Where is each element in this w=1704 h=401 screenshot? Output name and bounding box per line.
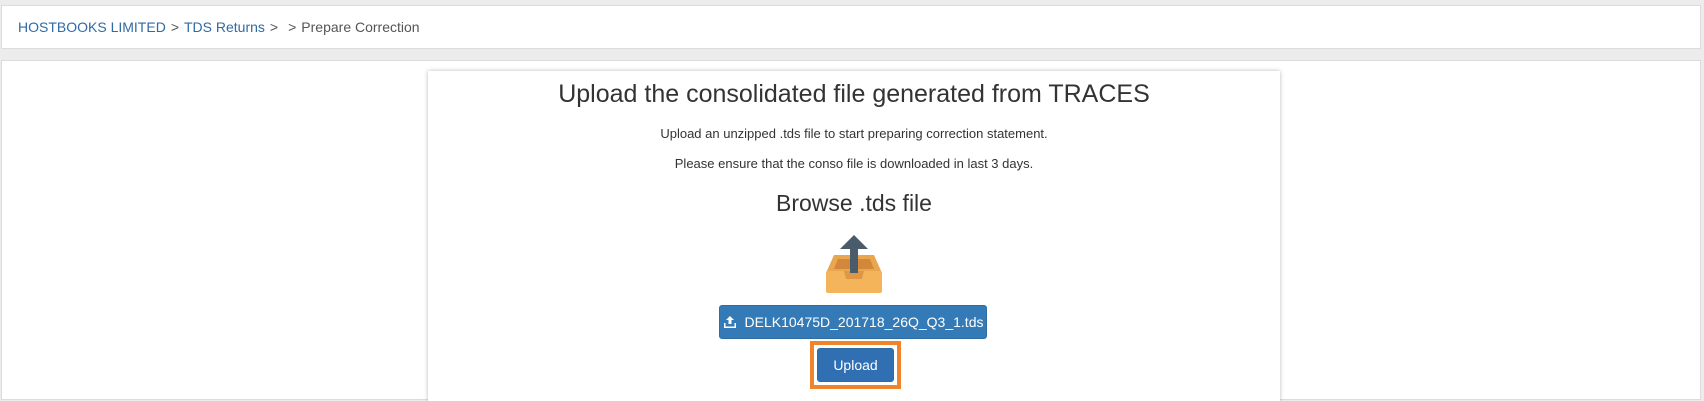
page-title: Upload the consolidated file generated f… — [558, 80, 1150, 108]
upload-arrow-icon — [723, 316, 736, 328]
content-panel: Upload the consolidated file generated f… — [1, 60, 1701, 401]
breadcrumb-separator: > — [288, 19, 297, 35]
breadcrumb-tds-returns-link[interactable]: TDS Returns — [184, 19, 265, 35]
breadcrumb-current: Prepare Correction — [301, 19, 420, 35]
upload-tray-icon — [826, 235, 882, 293]
browse-title: Browse .tds file — [776, 190, 932, 216]
breadcrumb: HOSTBOOKS LIMITED > TDS Returns > > Prep… — [1, 5, 1701, 49]
upload-button[interactable]: Upload — [817, 348, 894, 382]
upload-instruction: Upload an unzipped .tds file to start pr… — [660, 126, 1048, 141]
upload-card: Upload the consolidated file generated f… — [428, 71, 1280, 401]
breadcrumb-separator: > — [269, 19, 279, 35]
breadcrumb-company-link[interactable]: HOSTBOOKS LIMITED — [18, 19, 166, 35]
browse-file-button[interactable]: DELK10475D_201718_26Q_Q3_1.tds — [719, 305, 987, 339]
file-name-label: DELK10475D_201718_26Q_Q3_1.tds — [744, 314, 984, 330]
conso-file-note: Please ensure that the conso file is dow… — [674, 156, 1034, 171]
breadcrumb-separator: > — [170, 19, 179, 35]
